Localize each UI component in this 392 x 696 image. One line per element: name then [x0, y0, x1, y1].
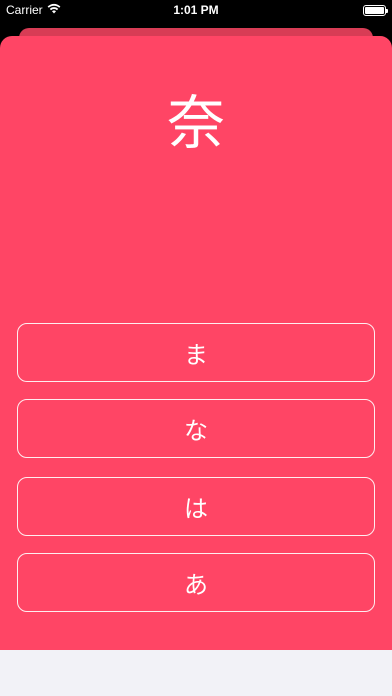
- status-bar: Carrier 1:01 PM: [0, 0, 392, 22]
- answer-button-4[interactable]: あ: [17, 553, 375, 612]
- battery-icon: [363, 5, 388, 16]
- answer-button-2[interactable]: な: [17, 399, 375, 458]
- quiz-screen: Carrier 1:01 PM 奈 ま な は あ: [0, 0, 392, 696]
- kanji-question: 奈: [166, 89, 225, 157]
- battery-level: [365, 7, 384, 14]
- status-right: [363, 5, 388, 16]
- answer-button-3[interactable]: は: [17, 477, 375, 536]
- status-time: 1:01 PM: [173, 3, 219, 17]
- bottom-area: [0, 650, 392, 696]
- flashcard: 奈 ま な は あ: [0, 36, 392, 650]
- answer-button-1[interactable]: ま: [17, 323, 375, 382]
